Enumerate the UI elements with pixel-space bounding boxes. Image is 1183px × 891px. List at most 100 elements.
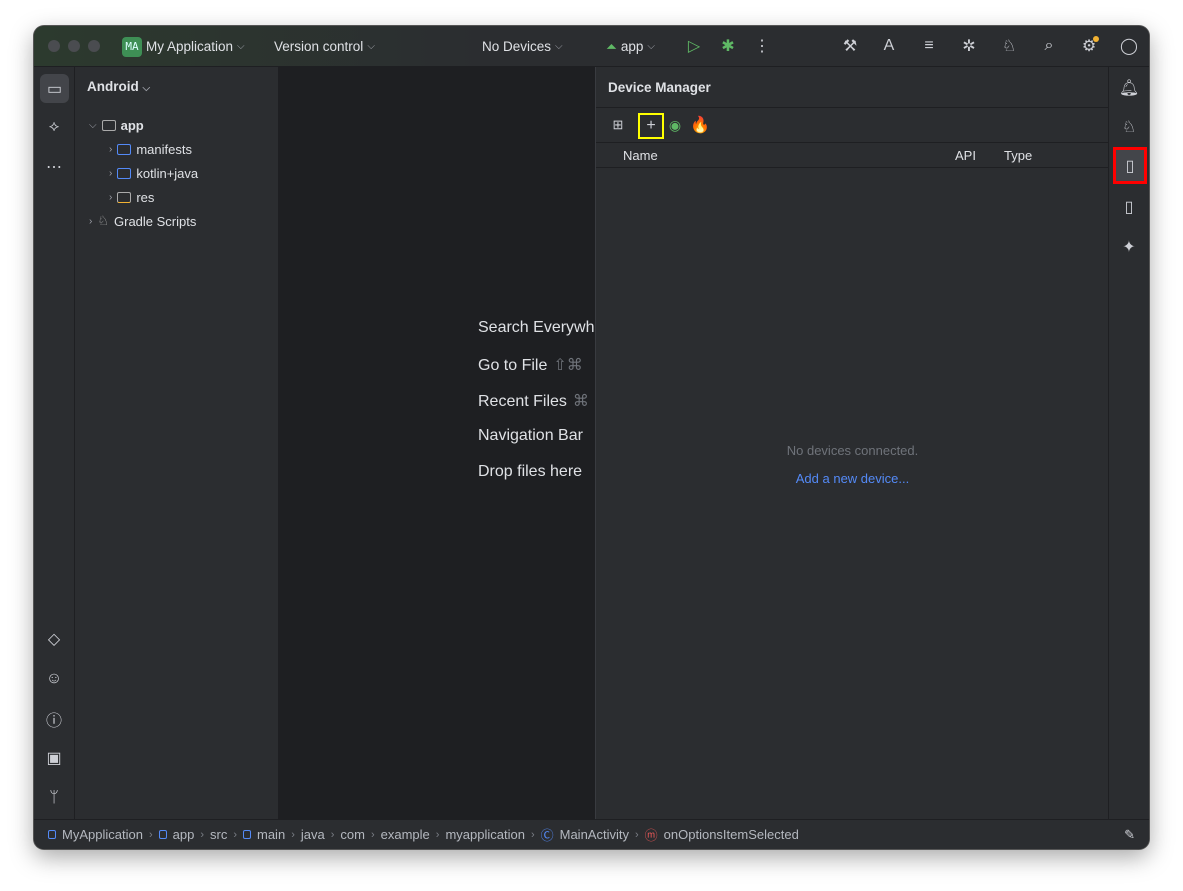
android-icon: ⏶: [606, 38, 617, 54]
resource-manager-icon[interactable]: ⟡: [42, 115, 66, 139]
vcs-label: Version control: [274, 39, 364, 54]
chevron-down-icon: ⌵: [142, 83, 151, 94]
right-tool-strip: 🔔︎ ♘ ▯ ▯ ✦: [1108, 67, 1149, 819]
firebase-icon[interactable]: 🔥: [688, 113, 712, 137]
translate-icon[interactable]: A: [877, 34, 901, 58]
ide-window: MA My Application ⌵ Version control ⌵ No D…: [34, 26, 1149, 849]
run-config-label: app: [620, 39, 644, 54]
column-type[interactable]: Type: [1004, 148, 1032, 163]
run-icon[interactable]: ▷: [682, 34, 706, 58]
update-dot: [1093, 36, 1099, 42]
project-folder-icon[interactable]: ▭: [40, 74, 69, 103]
chevron-down-icon: ⌵: [237, 41, 245, 52]
debug-attach-icon[interactable]: ✲: [957, 34, 981, 58]
debug-icon[interactable]: ✱: [716, 34, 740, 58]
crumb[interactable]: onOptionsItemSelected: [664, 827, 799, 842]
power-save-icon[interactable]: ✎: [1124, 827, 1135, 843]
terminal-icon[interactable]: ▣: [42, 746, 66, 770]
add-device-icon[interactable]: +: [638, 113, 664, 139]
tree-item-label: Gradle Scripts: [114, 213, 197, 229]
device-label: No Devices: [482, 39, 552, 54]
problems-icon[interactable]: ⓘ: [42, 707, 66, 731]
panel-title: Device Manager: [608, 80, 711, 95]
add-new-device-link[interactable]: Add a new device...: [596, 471, 1109, 486]
project-view-label: Android: [87, 79, 139, 94]
zoom-window-button[interactable]: [88, 40, 100, 52]
tree-item-label: app: [120, 117, 144, 133]
chevron-right-icon: ›: [89, 215, 93, 227]
close-window-button[interactable]: [48, 40, 60, 52]
crumb[interactable]: com: [340, 827, 365, 842]
gradle-icon[interactable]: ♘: [1117, 115, 1141, 139]
chevron-right-icon: ›: [109, 143, 113, 155]
crumb[interactable]: MyApplication: [62, 827, 143, 842]
empty-state-text: No devices connected.: [786, 443, 919, 458]
more-tools-icon[interactable]: ⋯: [42, 155, 66, 179]
pair-wifi-icon[interactable]: ◉: [663, 113, 687, 137]
gemini-diamond-icon[interactable]: ◇: [42, 627, 66, 651]
tree-item-label: res: [136, 189, 155, 205]
search-icon[interactable]: ⌕: [1037, 34, 1061, 58]
git-branch-icon[interactable]: ᛘ: [42, 786, 66, 810]
hint-recent-files: Recent Files ⌘: [478, 393, 589, 410]
folder-icon: [117, 143, 132, 155]
title-bar: MA My Application ⌵ Version control ⌵ No D…: [34, 26, 1149, 67]
tree-item-kotlin-java[interactable]: › kotlin+java: [109, 161, 198, 185]
hint-navigation-bar: Navigation Bar: [478, 427, 583, 444]
hint-go-to-file: Go to File ⇧⌘: [478, 357, 583, 374]
project-view-selector[interactable]: Android ⌵: [87, 79, 150, 94]
tree-item-manifests[interactable]: › manifests: [109, 137, 192, 161]
class-icon: Ⓒ: [540, 828, 554, 843]
build-run-icon[interactable]: ⚒: [838, 34, 862, 58]
project-selector[interactable]: MA My Application ⌵: [122, 26, 245, 67]
crumb[interactable]: src: [210, 827, 227, 842]
more-icon[interactable]: ⋮: [750, 34, 774, 58]
crumb[interactable]: example: [381, 827, 430, 842]
method-icon: ⓜ: [644, 828, 658, 843]
chevron-right-icon: ›: [109, 191, 113, 203]
project-name: My Application: [146, 39, 234, 54]
module-icon: [243, 830, 251, 839]
column-name[interactable]: Name: [623, 148, 658, 163]
project-panel: Android ⌵ ⌵ app › manifests › kotlin+java ›…: [75, 67, 279, 819]
gradle-sync-icon[interactable]: ♘: [997, 34, 1021, 58]
module-icon: [158, 830, 167, 839]
module-folder-icon: [101, 119, 116, 131]
running-devices-icon[interactable]: ▯: [1117, 195, 1141, 219]
tree-item-app[interactable]: ⌵ app: [89, 113, 144, 137]
crumb[interactable]: main: [257, 827, 285, 842]
column-api[interactable]: API: [955, 148, 976, 163]
device-manager-icon[interactable]: ▯: [1113, 147, 1147, 184]
device-selector[interactable]: No Devices ⌵: [482, 26, 563, 67]
sync-list-icon[interactable]: ≡: [917, 34, 941, 58]
chevron-down-icon: ⌵: [367, 41, 375, 52]
tree-item-gradle-scripts[interactable]: › ♘ Gradle Scripts: [89, 209, 196, 233]
project-badge: MA: [122, 36, 142, 57]
crumb[interactable]: app: [173, 827, 195, 842]
breadcrumb: MyApplication › app › src › main › java › com…: [34, 819, 1149, 849]
editor-empty-area: Search Everywh Go to File ⇧⌘ Recent Files…: [279, 67, 595, 819]
tree-item-res[interactable]: › res: [109, 185, 154, 209]
group-by-icon[interactable]: ⊞: [606, 113, 630, 137]
account-icon[interactable]: ◯: [1117, 34, 1141, 58]
resource-folder-icon: [117, 191, 132, 203]
crumb[interactable]: java: [301, 827, 325, 842]
device-table-header: Name API Type: [596, 142, 1108, 168]
run-config-selector[interactable]: ⏶ app ⌵: [606, 26, 655, 67]
tree-item-label: kotlin+java: [136, 165, 199, 181]
logcat-icon[interactable]: ☺: [42, 667, 66, 691]
folder-icon: [117, 167, 132, 179]
notifications-icon[interactable]: 🔔︎: [1117, 76, 1141, 100]
crumb[interactable]: myapplication: [445, 827, 525, 842]
gemini-icon[interactable]: ✦: [1117, 235, 1141, 259]
left-tool-strip: ▭ ⟡ ⋯ ◇ ☺ ⓘ ▣ ᛘ: [34, 67, 75, 819]
vcs-selector[interactable]: Version control ⌵: [274, 26, 375, 67]
chevron-right-icon: ›: [109, 167, 113, 179]
hint-search-everywhere: Search Everywh: [478, 319, 595, 336]
chevron-down-icon: ⌵: [555, 41, 563, 52]
device-manager-panel: Device Manager ⊞ + ◉ 🔥 Name API Type No …: [595, 67, 1108, 819]
minimize-window-button[interactable]: [68, 40, 80, 52]
gradle-icon: ♘: [97, 213, 109, 228]
module-icon: [48, 830, 56, 839]
crumb[interactable]: MainActivity: [560, 827, 629, 842]
